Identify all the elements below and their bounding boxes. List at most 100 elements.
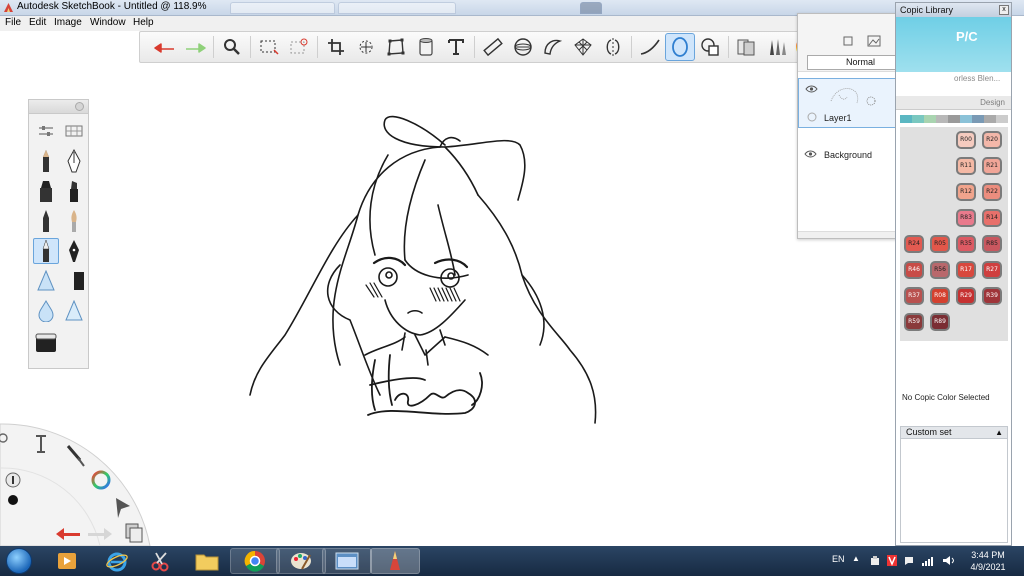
lasso-select-button[interactable] — [284, 33, 314, 61]
brush-fountain-pen[interactable] — [61, 238, 87, 264]
menu-file[interactable]: File — [5, 17, 21, 28]
copic-swatch-r83[interactable]: R83 — [956, 209, 976, 227]
brush-hard-eraser[interactable] — [33, 330, 59, 356]
copic-swatch-r37[interactable]: R37 — [904, 287, 924, 305]
taskbar-window-preview[interactable] — [322, 548, 372, 574]
copic-family-strip[interactable] — [900, 115, 1008, 123]
taskbar-file-explorer[interactable] — [182, 548, 232, 574]
copic-swatch-r85[interactable]: R85 — [982, 235, 1002, 253]
brush-palette-header[interactable] — [29, 100, 88, 114]
taskbar-paint[interactable] — [276, 548, 326, 574]
taskbar-chrome[interactable] — [230, 548, 280, 574]
chevron-up-icon[interactable]: ▲ — [995, 427, 1003, 438]
ruler-button[interactable] — [478, 33, 508, 61]
taskbar-sketchbook[interactable] — [370, 548, 420, 574]
copic-swatch-r39[interactable]: R39 — [982, 287, 1002, 305]
fill-button[interactable] — [411, 33, 441, 61]
copic-swatch-r56[interactable]: R56 — [930, 261, 950, 279]
brush-technical-pen[interactable] — [33, 238, 59, 264]
redo-button[interactable] — [180, 33, 210, 61]
technical-pen-icon — [42, 239, 50, 262]
copic-swatch-r11[interactable]: R11 — [956, 157, 976, 175]
brush-pencil[interactable] — [33, 148, 59, 174]
undo-button[interactable] — [150, 33, 180, 61]
copic-swatch-r08[interactable]: R08 — [930, 287, 950, 305]
brush-airbrush[interactable] — [33, 268, 59, 294]
eye-icon[interactable] — [805, 85, 818, 93]
copic-swatch-r21[interactable]: R21 — [982, 157, 1002, 175]
copic-swatch-r20[interactable]: R20 — [982, 131, 1002, 149]
palette-close-dot[interactable] — [75, 102, 84, 111]
brush-properties-button[interactable] — [762, 33, 792, 61]
lagoon-info-icon[interactable] — [5, 472, 21, 488]
tray-action-center-icon[interactable] — [904, 555, 914, 566]
language-indicator[interactable]: EN — [832, 554, 845, 564]
brush-paintbrush[interactable] — [61, 208, 87, 234]
clock-time: 3:44 PM — [971, 550, 1005, 560]
brush-chisel-marker[interactable] — [61, 178, 87, 204]
text-button[interactable] — [441, 33, 471, 61]
custom-set-area[interactable] — [900, 439, 1008, 543]
brush-properties-toggle[interactable] — [33, 118, 59, 144]
copic-swatch-r35[interactable]: R35 — [956, 235, 976, 253]
shape-button[interactable] — [695, 33, 725, 61]
taskbar-snipping-tool[interactable] — [136, 548, 186, 574]
french-curve-button[interactable] — [538, 33, 568, 61]
tray-expand-icon[interactable]: ▲ — [852, 554, 862, 565]
layer-lock-radio[interactable] — [807, 112, 817, 122]
copic-swatch-r17[interactable]: R17 — [956, 261, 976, 279]
copic-swatch-r00[interactable]: R00 — [956, 131, 976, 149]
layer-add-icon[interactable] — [843, 36, 853, 46]
copic-swatch-r29[interactable]: R29 — [956, 287, 976, 305]
close-icon[interactable]: x — [999, 5, 1009, 15]
brush-blur[interactable] — [33, 298, 59, 324]
distort-button[interactable] — [381, 33, 411, 61]
copic-swatch-r24[interactable]: R24 — [904, 235, 924, 253]
copic-swatch-r27[interactable]: R27 — [982, 261, 1002, 279]
copic-swatch-r46[interactable]: R46 — [904, 261, 924, 279]
scissors-icon — [151, 552, 169, 572]
brush-marker[interactable] — [33, 178, 59, 204]
copic-swatch-r22[interactable]: R22 — [982, 183, 1002, 201]
taskbar-media-player[interactable] — [42, 548, 92, 574]
copic-swatch-r89[interactable]: R89 — [930, 313, 950, 331]
tab-design[interactable]: Design — [980, 98, 1005, 107]
lagoon-color-dot[interactable] — [8, 495, 18, 505]
menu-edit[interactable]: Edit — [29, 17, 46, 28]
start-button[interactable] — [6, 548, 32, 574]
signal-strength-icon[interactable] — [922, 555, 936, 566]
brush-library-toggle[interactable] — [61, 118, 87, 144]
copic-swatch-r12[interactable]: R12 — [956, 183, 976, 201]
predictive-stroke-button[interactable] — [665, 33, 695, 61]
system-clock[interactable]: 3:44 PM 4/9/2021 — [966, 549, 1010, 573]
taskbar-internet-explorer[interactable] — [92, 548, 142, 574]
menu-window[interactable]: Window — [90, 17, 126, 28]
brush-eraser[interactable] — [61, 268, 87, 294]
stroke-button[interactable] — [635, 33, 665, 61]
lasso-select-icon — [290, 38, 308, 54]
tray-network-icon[interactable] — [870, 555, 880, 566]
transform-button[interactable] — [351, 33, 381, 61]
eye-icon[interactable] — [804, 150, 817, 158]
perspective-button[interactable] — [568, 33, 598, 61]
custom-set-header[interactable]: Custom set ▲ — [900, 426, 1008, 439]
copic-swatch-r14[interactable]: R14 — [982, 209, 1002, 227]
crop-button[interactable] — [321, 33, 351, 61]
copic-swatch-r05[interactable]: R05 — [930, 235, 950, 253]
canvas-sketch[interactable] — [240, 105, 620, 425]
brush-smear[interactable] — [61, 298, 87, 324]
tray-antivirus-icon[interactable] — [887, 555, 897, 566]
zoom-button[interactable] — [217, 33, 247, 61]
brush-inking-pen[interactable] — [61, 148, 87, 174]
volume-icon[interactable] — [942, 555, 956, 566]
layer-image-icon[interactable] — [867, 35, 881, 47]
select-button[interactable] — [254, 33, 284, 61]
brush-ballpoint[interactable] — [33, 208, 59, 234]
menu-help[interactable]: Help — [133, 17, 154, 28]
menu-image[interactable]: Image — [54, 17, 82, 28]
ellipse-button[interactable] — [508, 33, 538, 61]
copic-swatch-r59[interactable]: R59 — [904, 313, 924, 331]
symmetry-button[interactable] — [598, 33, 628, 61]
lagoon-radial-menu[interactable] — [0, 418, 170, 546]
copic-button[interactable] — [732, 33, 762, 61]
